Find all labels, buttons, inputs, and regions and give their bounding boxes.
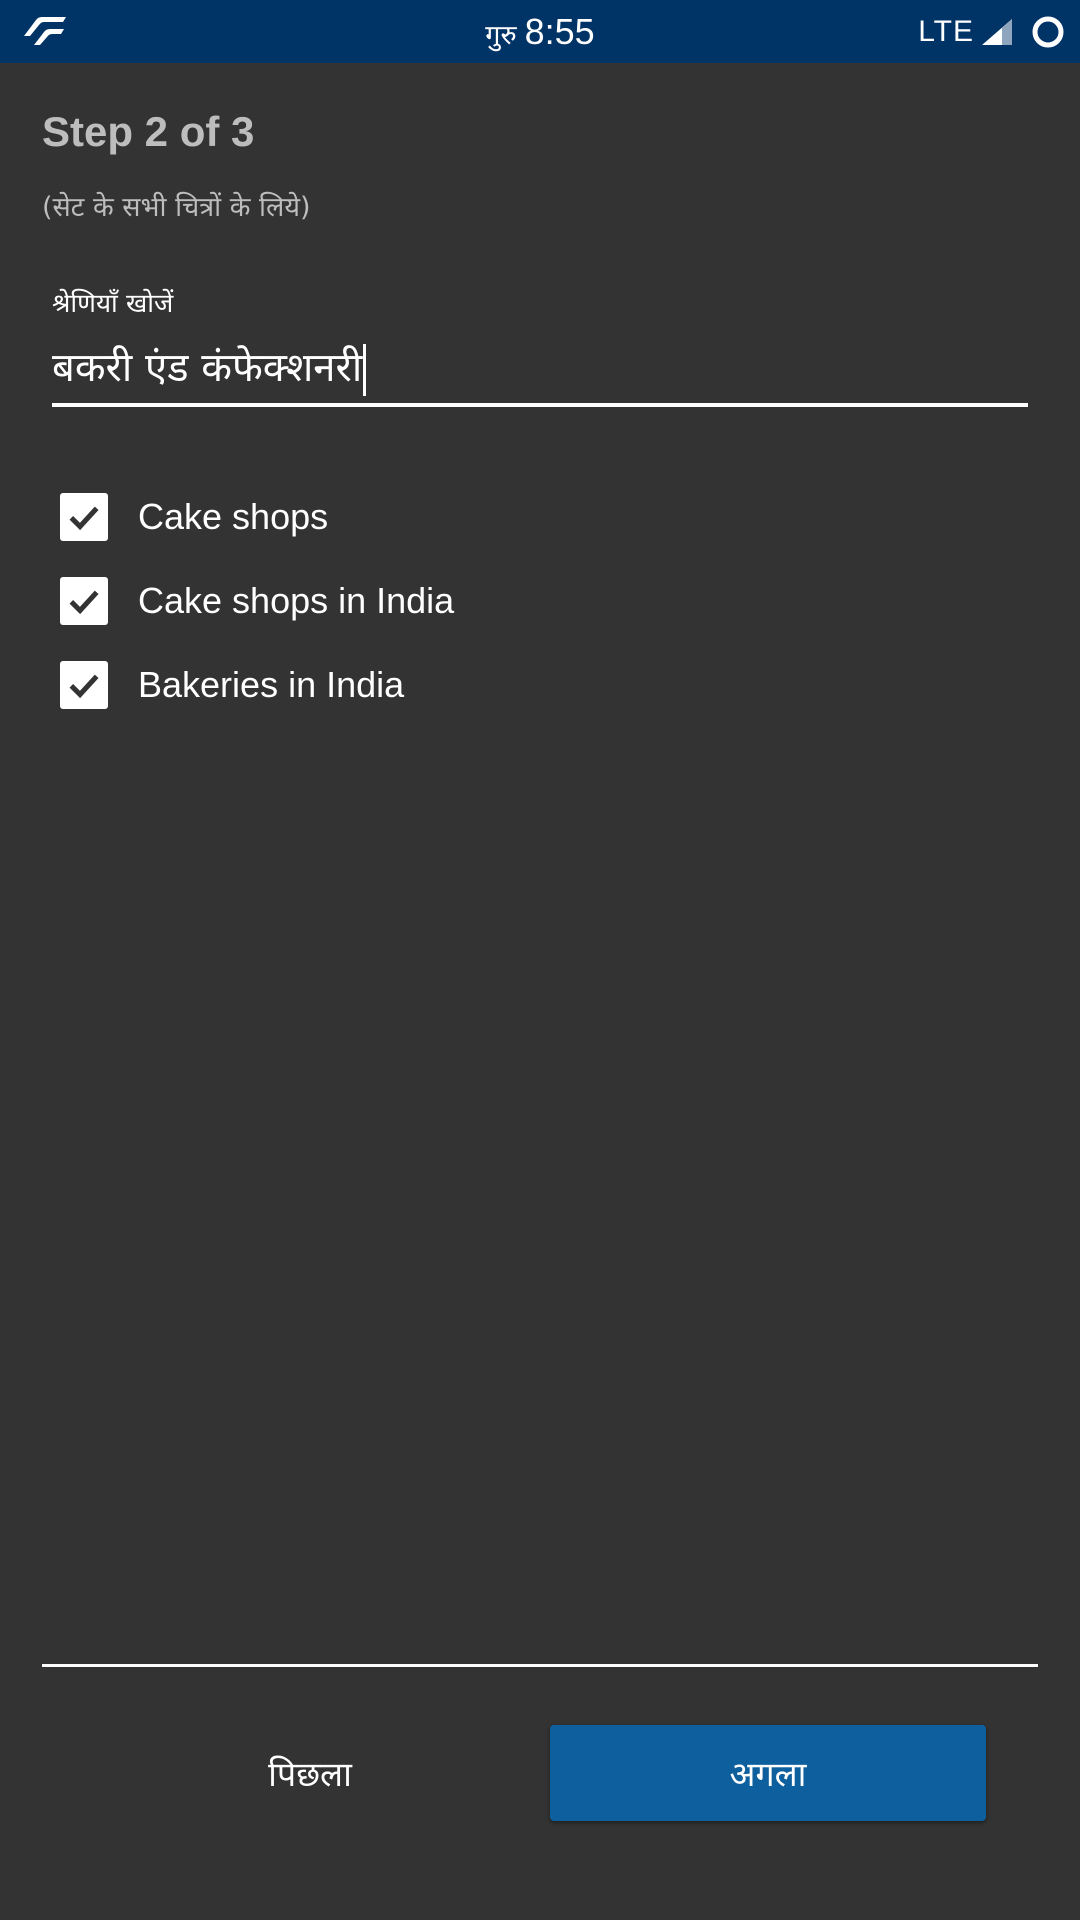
signal-icon xyxy=(982,18,1012,45)
battery-icon xyxy=(1032,16,1064,47)
category-item[interactable]: Cake shops xyxy=(60,475,960,559)
text-cursor xyxy=(363,344,367,396)
checkbox[interactable] xyxy=(60,493,108,541)
search-value: बकरी एंड कंफेक्शनरी xyxy=(52,345,363,391)
checkbox[interactable] xyxy=(60,661,108,709)
search-label: श्रेणियाँ खोजें xyxy=(52,289,174,319)
status-bar: गुरु 8:55 LTE xyxy=(0,0,1080,63)
category-item[interactable]: Bakeries in India xyxy=(60,643,960,727)
previous-button[interactable]: पिछला xyxy=(160,1725,460,1821)
category-label: Cake shops in India xyxy=(138,580,455,621)
search-underline xyxy=(52,403,1028,407)
category-label: Cake shops xyxy=(138,496,329,537)
footer-divider xyxy=(42,1664,1038,1667)
next-button[interactable]: अगला xyxy=(550,1725,986,1821)
step-title: Step 2 of 3 xyxy=(42,108,255,155)
status-day: गुरु xyxy=(485,20,517,51)
category-list: Cake shops Cake shops in India Bakeries … xyxy=(60,475,960,727)
category-label: Bakeries in India xyxy=(138,664,405,705)
checkbox[interactable] xyxy=(60,577,108,625)
status-time: 8:55 xyxy=(524,10,595,52)
category-search-input[interactable]: बकरी एंड कंफेक्शनरी xyxy=(52,338,1028,400)
step-subtitle: (सेट के सभी चित्रों के लिये) xyxy=(42,192,311,223)
network-type: LTE xyxy=(918,14,974,48)
check-icon xyxy=(69,590,99,615)
check-icon xyxy=(69,674,99,699)
category-item[interactable]: Cake shops in India xyxy=(60,559,960,643)
check-icon xyxy=(69,506,99,531)
